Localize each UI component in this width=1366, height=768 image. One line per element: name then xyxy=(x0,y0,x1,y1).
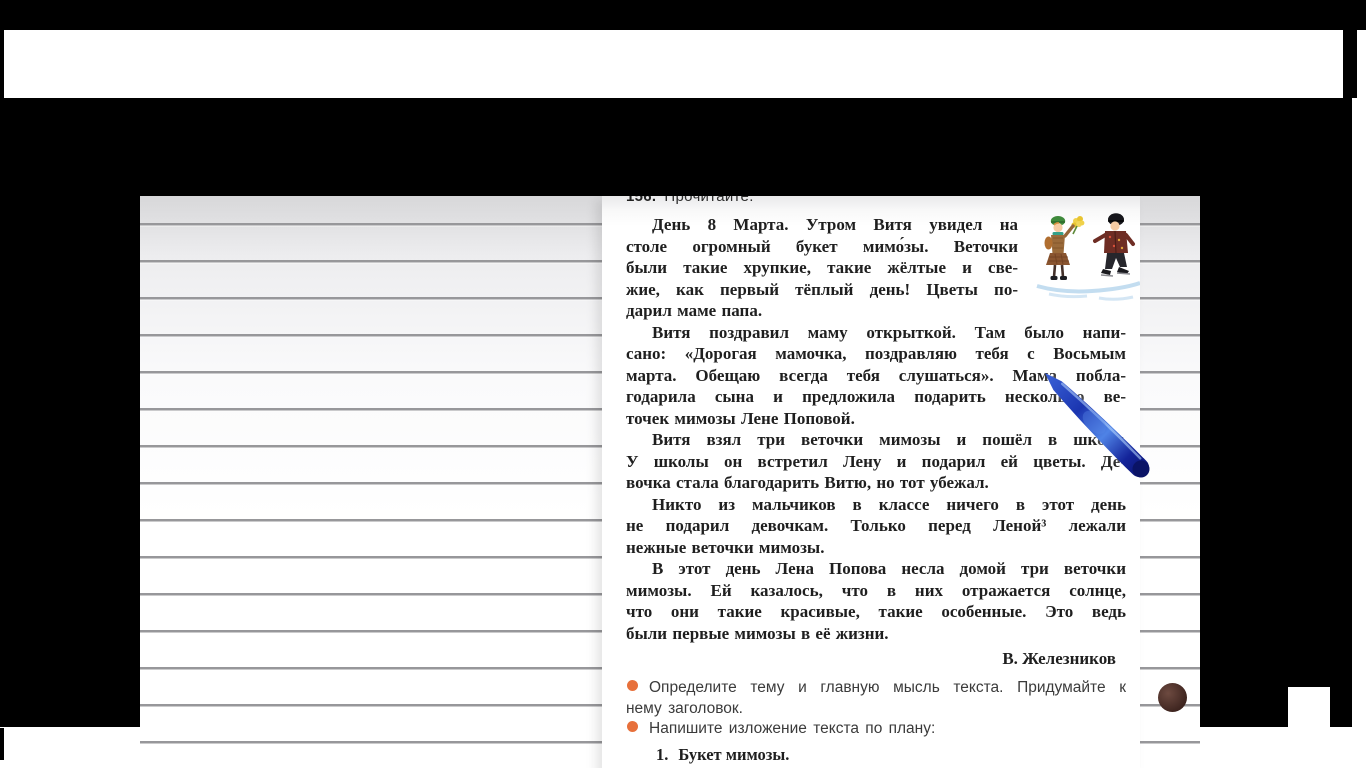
text-line: В этот день Лена Попова несла домой три … xyxy=(652,559,1126,578)
text-line: что они такие красивые, такие особенные.… xyxy=(626,602,1126,621)
text-line: годарила сына и предложила подарить неск… xyxy=(626,387,1126,406)
text-line: День 8 Марта. Утром Витя увидел на xyxy=(652,215,1018,234)
paragraph-3: Витя взял три веточки мимозы и пошёл в ш… xyxy=(626,429,1126,494)
text-line: Витя взял три веточки мимозы и пошёл в ш… xyxy=(652,430,1126,449)
tasks-block: Определите тему и главную мысль текста. … xyxy=(626,678,1126,740)
player-corner-tile xyxy=(1288,687,1330,727)
text-line: были первые мимозы в её жизни. xyxy=(626,623,889,643)
textbook-page: 156. Прочитайте. День 8 Марта. Утром Витя… xyxy=(602,196,1140,768)
header-strip xyxy=(0,30,1366,98)
exercise-instruction: Прочитайте. xyxy=(664,196,754,205)
text-line: У школы он встретил Лену и подарил ей цв… xyxy=(626,451,1126,471)
page-dot xyxy=(1158,683,1187,712)
video-frame: 156. Прочитайте. День 8 Марта. Утром Витя… xyxy=(0,0,1366,768)
text-line: столе огромный букет мимо́зы. Веточки xyxy=(626,236,1018,256)
paragraph-2: Витя поздравил маму открыткой. Там было … xyxy=(626,322,1126,430)
exercise-header: 156. Прочитайте. xyxy=(626,196,1126,205)
bullet-icon xyxy=(627,721,638,732)
text-line: сано: «Дорогая мамочка, поздравляю тебя … xyxy=(626,344,1126,363)
plan-item-1: 1. Букет мимозы. xyxy=(656,744,790,764)
children-with-mimosa-illustration xyxy=(1036,213,1140,301)
text-line: мимозы. Ей казалось, что в них отражаетс… xyxy=(626,580,1126,600)
video-area[interactable]: 156. Прочитайте. День 8 Марта. Утром Витя… xyxy=(0,98,1352,768)
paragraph-4: Никто из мальчиков в классе ничего в это… xyxy=(626,494,1126,559)
task-1-text: Определите тему и главную мысль текста. … xyxy=(626,678,1126,719)
author-byline: В. Железников xyxy=(1002,649,1116,668)
text-line: марта. Обещаю всегда тебя слушаться». Ма… xyxy=(626,365,1126,385)
task-item-1: Определите тему и главную мысль текста. … xyxy=(626,678,1126,719)
text-line: точек мимозы Лене Поповой. xyxy=(626,408,855,428)
text-line: нежные веточки мимозы. xyxy=(626,537,825,557)
text-line: жие, как первый тёплый день! Цветы по- xyxy=(626,279,1018,299)
paragraph-1: День 8 Марта. Утром Витя увидел на столе … xyxy=(626,214,1018,322)
frame-edge-bottom-left xyxy=(0,728,4,760)
text-line: Напишите изложение текста по плану: xyxy=(649,720,936,737)
text-line: Витя поздравил маму открыткой. Там было … xyxy=(652,322,1126,342)
text-line: нему заголовок. xyxy=(626,699,743,717)
boy-figure xyxy=(1093,213,1135,277)
task-2-text: Напишите изложение текста по плану: xyxy=(626,719,1126,740)
plan-list: 1.Букет мимозы. 2.Поздравление сына. 3.П… xyxy=(626,744,1126,768)
exercise-number: 156. xyxy=(626,196,657,205)
bullet-icon xyxy=(627,680,638,691)
frame-edge-right xyxy=(1343,30,1357,98)
text-line: Никто из мальчиков в классе ничего в это… xyxy=(652,494,1126,514)
letterbox-top xyxy=(0,0,1366,30)
text-line: вочка стала благодарить Витю, но тот убе… xyxy=(626,473,989,492)
text-line: Определите тему и главную мысль текста. … xyxy=(649,679,1126,696)
text-line: не подарил девочкам. Только перед Леной³… xyxy=(626,516,1126,535)
task-item-2: Напишите изложение текста по плану: xyxy=(626,719,1126,740)
frame-edge-left xyxy=(0,30,4,98)
text-line: были такие хрупкие, такие жёлтые и све- xyxy=(626,258,1018,277)
paragraph-1-row: День 8 Марта. Утром Витя увидел на столе … xyxy=(626,213,1140,322)
paragraph-5: В этот день Лена Попова несла домой три … xyxy=(626,558,1126,644)
text-line: дарил маме папа. xyxy=(626,301,763,320)
girl-figure xyxy=(1044,216,1085,280)
